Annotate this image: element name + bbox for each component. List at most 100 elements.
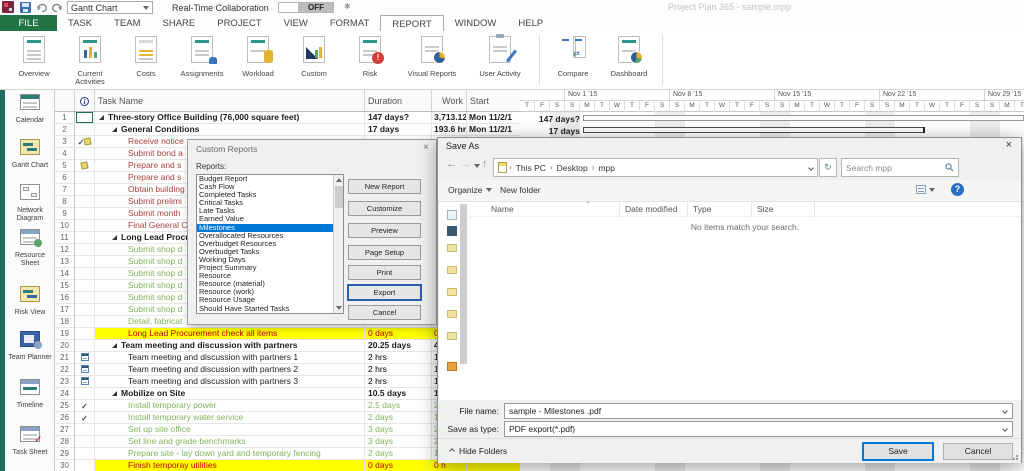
row-number[interactable]: 22 [55, 364, 75, 376]
history-chevron-icon[interactable] [474, 164, 480, 168]
row-number[interactable]: 28 [55, 436, 75, 448]
duration-cell[interactable]: 20.25 days [365, 340, 432, 352]
row-info-cell[interactable] [75, 352, 95, 364]
sidebar-item-network-diagram[interactable]: Network Diagram [5, 184, 55, 222]
sidebar-item-resource-sheet[interactable]: Resource Sheet [5, 229, 55, 267]
scroll-up-icon[interactable] [336, 178, 342, 182]
task-name-cell[interactable]: Mobilize on Site [95, 388, 365, 400]
row-info-cell[interactable] [75, 292, 95, 304]
collab-toggle[interactable]: OFF [278, 2, 334, 13]
row-info-cell[interactable] [75, 208, 95, 220]
sidebar-item-task-sheet[interactable]: ✓ Task Sheet [5, 426, 55, 457]
row-info-cell[interactable] [75, 376, 95, 388]
up-arrow-icon[interactable]: ↑ [482, 159, 488, 170]
row-number[interactable]: 12 [55, 244, 75, 256]
work-header[interactable]: Work [432, 90, 467, 111]
back-arrow-icon[interactable]: ← [446, 159, 457, 170]
report-list-item[interactable]: Should Have Started Tasks [197, 305, 333, 313]
sidebar-item-team-planner[interactable]: Team Planner [5, 331, 55, 362]
row-number[interactable]: 14 [55, 268, 75, 280]
row-info-cell[interactable] [75, 304, 95, 316]
collapse-caret-icon[interactable] [112, 127, 117, 132]
listbox-scrollbar[interactable] [333, 175, 343, 313]
folder-nav-pane[interactable] [439, 202, 469, 400]
task-name-cell[interactable]: Prepare site - lay down yard and tempora… [95, 448, 365, 460]
menu-item[interactable]: WINDOW [444, 15, 508, 31]
dialog-button[interactable]: Preview [348, 223, 421, 238]
gantt-summary-bar[interactable] [583, 127, 925, 133]
row-number[interactable]: 20 [55, 340, 75, 352]
refresh-icon[interactable]: ↻ [819, 158, 837, 177]
cancel-button[interactable]: Cancel [943, 443, 1013, 460]
reports-listbox[interactable]: Budget Report Cash Flow Completed Tasks … [196, 174, 344, 314]
menu-item[interactable]: PROJECT [206, 15, 272, 31]
close-icon[interactable]: × [423, 142, 429, 153]
menu-item[interactable]: TEAM [103, 15, 151, 31]
start-cell[interactable]: Mon 11/2/1 [467, 124, 520, 136]
task-name-cell[interactable]: Team meeting and discussion with partner… [95, 364, 365, 376]
row-number[interactable]: 10 [55, 220, 75, 232]
menu-item[interactable]: HELP [507, 15, 554, 31]
work-cell[interactable]: 3,713.12 hrs [432, 112, 467, 124]
row-number[interactable]: 30 [55, 460, 75, 471]
date-modified-column-header[interactable]: Date modified [625, 204, 677, 214]
row-number-header[interactable] [55, 90, 75, 111]
task-name-cell[interactable]: Long Lead Procurement check all items [95, 328, 365, 340]
collapse-caret-icon[interactable] [112, 235, 117, 240]
ribbon-assignments-button[interactable]: Assignments [174, 35, 230, 78]
row-info-cell[interactable] [75, 280, 95, 292]
ribbon-risk-button[interactable]: ! Risk [342, 35, 398, 78]
ribbon-custom-button[interactable]: Custom [286, 35, 342, 78]
menu-item[interactable]: TASK [57, 15, 103, 31]
ribbon-costs-button[interactable]: Costs [118, 35, 174, 78]
duration-cell[interactable]: 0 days [365, 328, 432, 340]
row-number[interactable]: 8 [55, 196, 75, 208]
dialog-button[interactable]: Export [348, 285, 421, 300]
row-info-cell[interactable]: ✓ [75, 400, 95, 412]
row-info-cell[interactable]: ✓ [75, 412, 95, 424]
row-number[interactable]: 3 [55, 136, 75, 148]
row-info-cell[interactable] [75, 160, 95, 172]
save-type-dropdown[interactable]: PDF export(*.pdf) [504, 421, 1013, 437]
duration-cell[interactable]: 2 days [365, 448, 432, 460]
row-number[interactable]: 21 [55, 352, 75, 364]
row-info-cell[interactable] [75, 268, 95, 280]
save-button[interactable]: Save [863, 443, 933, 460]
redo-icon[interactable] [51, 2, 63, 13]
duration-cell[interactable]: 10.5 days [365, 388, 432, 400]
sidebar-item-calendar[interactable]: Calendar [5, 94, 55, 125]
new-folder-button[interactable]: New folder [500, 185, 541, 195]
file-list-area[interactable]: Name ˆ Date modified Type Size No items … [469, 202, 1021, 400]
task-name-cell[interactable]: Install temporary water service [95, 412, 365, 424]
row-info-cell[interactable] [75, 316, 95, 328]
hide-folders-button[interactable]: Hide Folders [450, 446, 507, 456]
sidebar-item-gantt-chart[interactable]: Gantt Chart [5, 139, 55, 170]
view-selector-dropdown[interactable]: Gantt Chart [67, 1, 153, 14]
task-name-cell[interactable]: General Conditions [95, 124, 365, 136]
row-info-cell[interactable] [75, 124, 95, 136]
organize-button[interactable]: Organize [448, 185, 492, 195]
row-info-cell[interactable]: ✓ [75, 136, 95, 148]
row-info-cell[interactable] [75, 340, 95, 352]
row-info-cell[interactable] [75, 196, 95, 208]
duration-cell[interactable]: 2 days [365, 412, 432, 424]
ribbon-user-activity-button[interactable]: User Activity [466, 35, 534, 78]
row-number[interactable]: 11 [55, 232, 75, 244]
row-info-cell[interactable] [75, 388, 95, 400]
gantt-summary-bar[interactable] [583, 115, 1024, 121]
task-name-cell[interactable]: Install temporary power [95, 400, 365, 412]
row-number[interactable]: 24 [55, 388, 75, 400]
task-name-cell[interactable]: Three-story Office Building (76,000 squa… [95, 112, 365, 124]
file-name-input[interactable]: sample - Milestones .pdf [504, 403, 1013, 419]
resize-grip[interactable] [1013, 454, 1019, 460]
row-number[interactable]: 13 [55, 256, 75, 268]
duration-cell[interactable]: 17 days [365, 124, 432, 136]
row-number[interactable]: 1 [55, 112, 75, 124]
search-input[interactable]: Search mpp [841, 158, 959, 177]
row-number[interactable]: 6 [55, 172, 75, 184]
duration-cell[interactable]: 3 days [365, 436, 432, 448]
view-toggle-button[interactable] [916, 185, 935, 194]
breadcrumb[interactable]: › This PC › Desktop › mpp [493, 158, 818, 177]
row-number[interactable]: 9 [55, 208, 75, 220]
row-number[interactable]: 4 [55, 148, 75, 160]
